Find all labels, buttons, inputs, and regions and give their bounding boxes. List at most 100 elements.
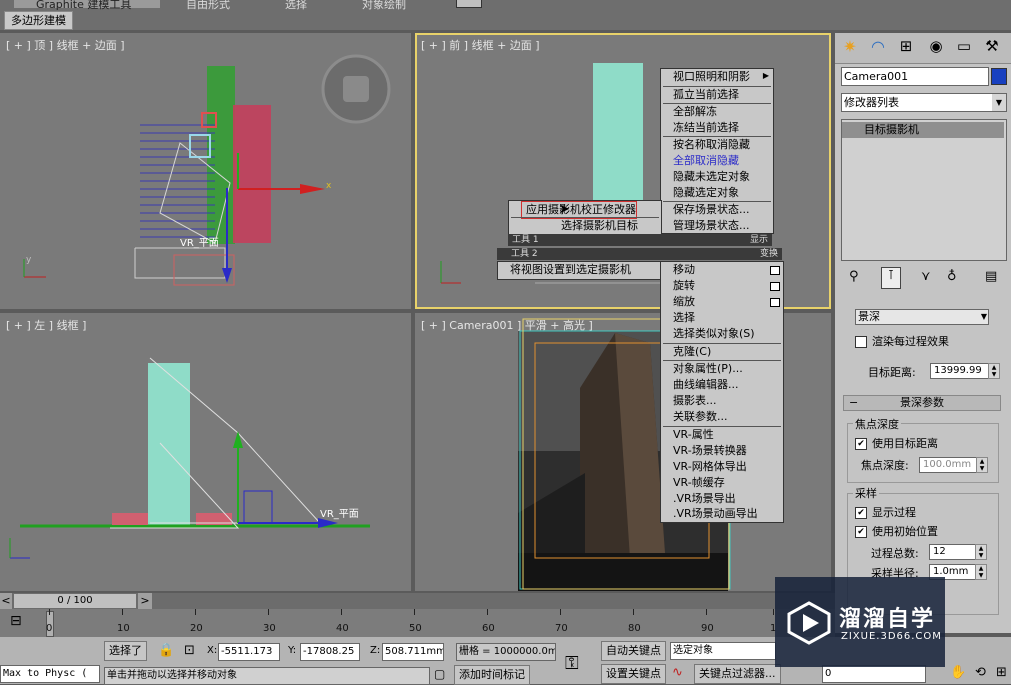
hierarchy-tab-icon[interactable]: ⊞ <box>895 37 917 59</box>
menu-rotate[interactable]: 旋转 <box>661 278 695 294</box>
tick-label: 20 <box>190 623 203 634</box>
tab-graphite-modeling[interactable]: Graphite 建模工具 <box>14 0 160 11</box>
menu-unfreeze-all[interactable]: 全部解冻 <box>661 104 717 120</box>
menu-vr-scene-converter[interactable]: VR-场景转换器 <box>661 443 747 459</box>
tools1-header: 工具 1 <box>512 235 539 245</box>
menu-vr-scene-anim-export[interactable]: .VR场景动画导出 <box>661 506 758 522</box>
stack-item-target-camera[interactable]: 目标摄影机 <box>842 122 1004 138</box>
modifier-list-dropdown[interactable]: 修改器列表 ▼ <box>841 93 1007 112</box>
set-key-icon[interactable]: ⚿ <box>565 653 579 674</box>
rollout-dof-params[interactable]: − 景深参数 <box>843 395 1001 411</box>
menu-select-camera-target[interactable]: 选择摄影机目标 <box>549 218 638 234</box>
add-time-tag-button[interactable]: 添加时间标记 <box>454 665 530 685</box>
chevron-down-icon: ▼ <box>992 94 1006 111</box>
pan-hand-icon[interactable]: ✋ <box>950 665 966 680</box>
ribbon-options-dropdown[interactable] <box>456 0 482 8</box>
menu-vr-frame-buffer[interactable]: VR-帧缓存 <box>661 475 725 491</box>
total-passes-field[interactable]: 12 <box>929 544 978 560</box>
use-target-distance-checkbox[interactable]: ✔ 使用目标距离 <box>855 435 938 451</box>
lock-selection-icon[interactable]: 🔒 <box>158 643 174 658</box>
time-slider[interactable]: < 0 / 100 > <box>0 593 835 609</box>
spinner-arrows-icon[interactable]: ▲ ▼ <box>975 564 987 580</box>
menu-hide-selection[interactable]: 隐藏选定对象 <box>661 185 739 201</box>
tab-object-paint[interactable]: 对象绘制 <box>362 0 406 11</box>
object-name-field[interactable]: Camera001 <box>841 67 989 86</box>
current-frame-field[interactable]: 0 <box>822 665 926 683</box>
x-coord-field[interactable]: -5511.173 <box>218 643 280 661</box>
menu-vr-mesh-export[interactable]: VR-网格体导出 <box>661 459 747 475</box>
viewport-left[interactable]: [ + ] 左 ] 线框 ] VR_平面 <box>0 313 411 591</box>
configure-sets-icon[interactable]: ▤ <box>985 269 997 284</box>
track-bar-toggle-icon[interactable]: ⊟ <box>10 613 22 629</box>
spinner-arrows-icon[interactable]: ▲ ▼ <box>975 544 987 560</box>
menu-manage-scene-states[interactable]: 管理场景状态... <box>661 218 750 234</box>
tab-freeform[interactable]: 自由形式 <box>186 0 230 11</box>
menu-unhide-all[interactable]: 全部取消隐藏 <box>661 153 739 169</box>
maximize-viewport-icon[interactable]: ⊞ <box>996 665 1007 680</box>
quad-header-row-1: 工具 1 显示 <box>508 234 772 246</box>
menu-unhide-by-name[interactable]: 按名称取消隐藏 <box>661 137 750 153</box>
z-coord-field[interactable]: 508.711mm <box>382 643 444 661</box>
object-color-swatch[interactable] <box>991 68 1007 85</box>
menu-clone[interactable]: 克隆(C) <box>661 344 711 360</box>
make-unique-icon[interactable]: ⋎ <box>921 269 931 284</box>
menu-save-scene-state[interactable]: 保存场景状态... <box>661 202 750 218</box>
quad-tools2-menu: 将视图设置到选定摄影机 <box>497 261 662 280</box>
utilities-tab-icon[interactable]: ⚒ <box>981 37 1003 59</box>
settings-box-icon[interactable] <box>770 298 780 307</box>
render-each-pass-checkbox[interactable]: 渲染每过程效果 <box>855 333 949 349</box>
polygon-modeling-tab[interactable]: 多边形建模 <box>4 11 73 30</box>
time-next-button[interactable]: > <box>138 593 152 609</box>
viewport-top[interactable]: [ + ] 顶 ] 线框 + 边面 ] VR_平面 x y <box>0 33 411 309</box>
key-filters-button[interactable]: 关键点过滤器... <box>694 664 781 684</box>
menu-dope-sheet[interactable]: 摄影表... <box>661 393 717 409</box>
axis-x-label: x <box>326 181 332 191</box>
menu-hide-unselected[interactable]: 隐藏未选定对象 <box>661 169 750 185</box>
menu-wire-parameters[interactable]: 关联参数... <box>661 409 728 425</box>
menu-move[interactable]: 移动 <box>661 262 695 278</box>
time-prev-button[interactable]: < <box>0 593 12 609</box>
dof-type-label: 景深 <box>858 310 880 323</box>
menu-freeze-selection[interactable]: 冻结当前选择 <box>661 120 739 136</box>
spinner-arrows-icon[interactable]: ▲ ▼ <box>988 363 1000 379</box>
track-bar[interactable]: ⊟ 0 10 20 30 40 50 60 70 80 90 1 <box>0 609 835 637</box>
time-slider-thumb[interactable]: 0 / 100 <box>14 594 136 608</box>
menu-set-view-to-camera[interactable]: 将视图设置到选定摄影机 <box>498 262 631 278</box>
motion-tab-icon[interactable]: ◉ <box>925 37 947 59</box>
tab-selection[interactable]: 选择 <box>285 0 307 11</box>
menu-object-properties[interactable]: 对象属性(P)... <box>661 361 743 377</box>
settings-box-icon[interactable] <box>770 282 780 291</box>
menu-isolate-selection[interactable]: 孤立当前选择 <box>661 87 739 103</box>
pin-stack-icon[interactable]: ⚲ <box>849 269 859 284</box>
set-key-button[interactable]: 设置关键点 <box>601 664 666 684</box>
focal-depth-field[interactable]: 100.0mm <box>919 457 980 473</box>
auto-key-button[interactable]: 自动关键点 <box>601 641 666 661</box>
use-original-location-checkbox[interactable]: ✔ 使用初始位置 <box>855 523 938 539</box>
display-tab-icon[interactable]: ▭ <box>953 37 975 59</box>
modify-tab-icon[interactable]: ◠ <box>867 37 889 59</box>
absolute-mode-icon[interactable]: ⊡ <box>184 643 195 658</box>
maxscript-listener[interactable]: Max to Physc ( <box>0 665 100 683</box>
use-target-distance-label: 使用目标距离 <box>872 437 938 450</box>
show-end-result-icon[interactable]: ⊺ <box>881 267 901 289</box>
settings-box-icon[interactable] <box>770 266 780 275</box>
grid-size-display: 栅格 = 1000000.0mm <box>456 643 556 661</box>
menu-viewport-lighting-shadows[interactable]: 视口照明和阴影 <box>661 69 750 85</box>
dof-type-dropdown[interactable]: 景深 ▼ <box>855 309 989 325</box>
y-coord-label: Y: <box>288 645 297 656</box>
menu-vr-properties[interactable]: VR-属性 <box>661 427 714 443</box>
remove-modifier-icon[interactable]: ♁ <box>947 269 957 284</box>
menu-vr-scene-export[interactable]: .VR场景导出 <box>661 491 736 507</box>
menu-curve-editor[interactable]: 曲线编辑器... <box>661 377 739 393</box>
y-coord-field[interactable]: -17808.25 <box>300 643 360 661</box>
target-distance-field[interactable]: 13999.99 <box>930 363 993 379</box>
spinner-arrows-icon[interactable]: ▲ ▼ <box>976 457 988 473</box>
menu-select[interactable]: 选择 <box>661 310 695 326</box>
orbit-icon[interactable]: ⟲ <box>975 665 986 680</box>
menu-scale[interactable]: 缩放 <box>661 294 695 310</box>
key-set-dropdown[interactable]: 选定对象 <box>670 642 776 660</box>
display-passes-checkbox[interactable]: ✔ 显示过程 <box>855 504 916 520</box>
time-tag-icon[interactable]: ▢ <box>434 667 445 681</box>
create-tab-icon[interactable]: ✷ <box>839 37 861 59</box>
menu-select-similar[interactable]: 选择类似对象(S) <box>661 326 755 342</box>
